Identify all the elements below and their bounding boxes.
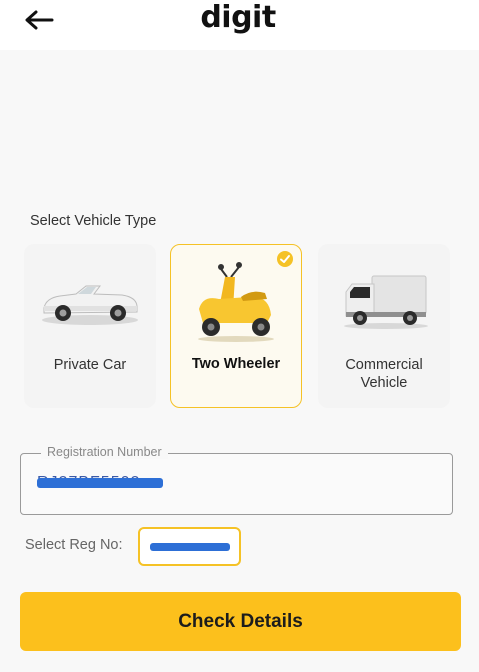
vehicle-option-two-wheeler[interactable]: Two Wheeler	[170, 244, 302, 408]
vehicle-option-label-line1: Commercial	[345, 357, 423, 373]
back-button[interactable]	[22, 6, 56, 34]
check-details-button[interactable]: Check Details	[20, 592, 461, 651]
scooter-icon	[198, 262, 274, 342]
reg-number-chip[interactable]	[138, 527, 241, 566]
digit-logo: digit	[200, 0, 276, 35]
vehicle-option-private-car[interactable]: Private Car	[24, 244, 156, 408]
registration-number-field[interactable]: Registration Number RJ27BF5502	[20, 445, 453, 515]
app-header: digit	[0, 0, 479, 50]
select-reg-label: Select Reg No:	[25, 537, 123, 553]
vehicle-option-commercial-vehicle[interactable]: Commercial Vehicle	[318, 244, 450, 408]
vehicle-option-label: Two Wheeler	[191, 356, 281, 372]
truck-icon	[344, 275, 428, 329]
redaction-mark	[37, 478, 163, 488]
vehicle-option-label: Private Car	[53, 357, 127, 373]
registration-number-label: Registration Number	[41, 445, 168, 459]
vehicle-option-label: Commercial Vehicle	[318, 356, 450, 392]
vehicle-option-label-line2: Vehicle	[360, 375, 408, 391]
redaction-mark	[150, 543, 230, 551]
car-icon	[42, 285, 138, 325]
vehicle-type-heading: Select Vehicle Type	[30, 213, 157, 229]
arrow-left-icon	[25, 10, 54, 30]
